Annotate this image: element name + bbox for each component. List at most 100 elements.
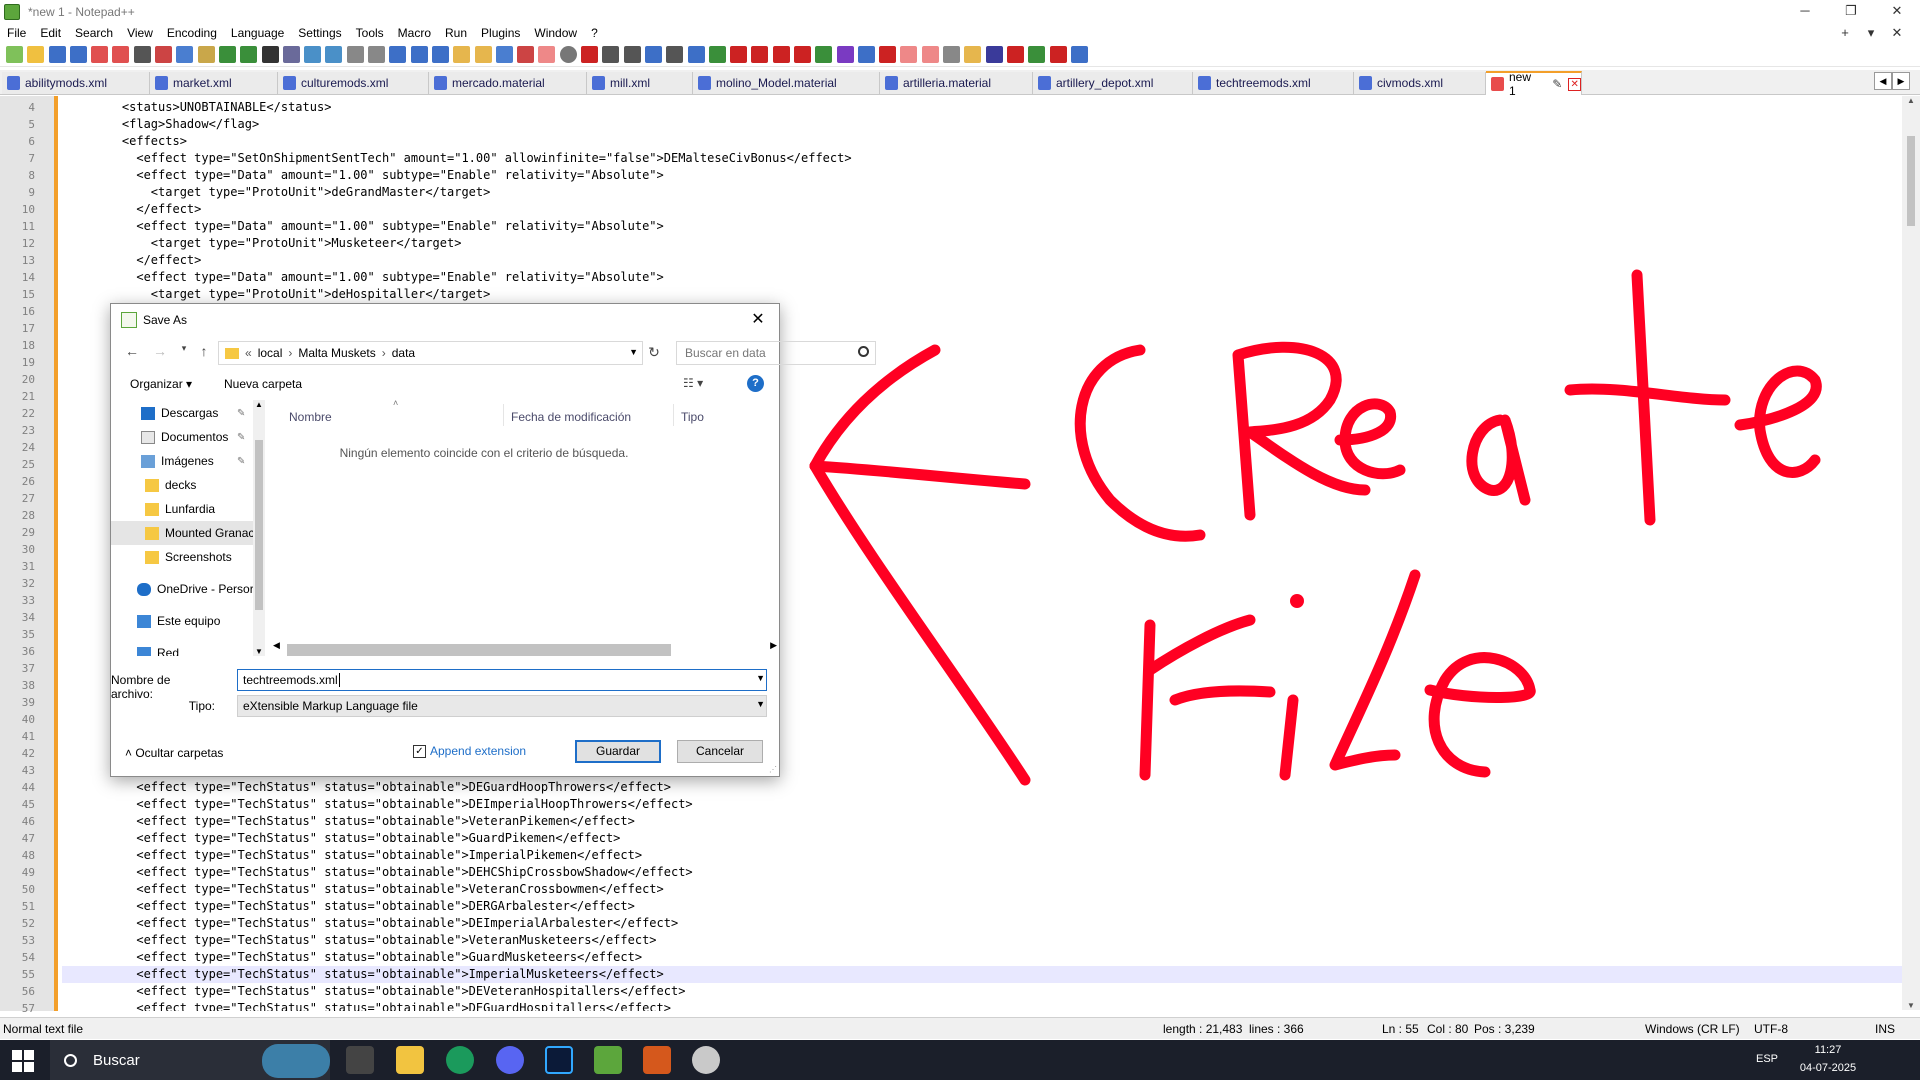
code-line[interactable]: <effect type="TechStatus" status="obtain… (62, 966, 1902, 983)
code-line[interactable]: <effect type="TechStatus" status="obtain… (62, 932, 1902, 949)
plugin-f-icon[interactable] (879, 46, 897, 63)
tab-techtreemods[interactable]: techtreemods.xml (1193, 72, 1354, 94)
code-line[interactable]: </effect> (62, 252, 1902, 269)
code-line[interactable]: <status>UNOBTAINABLE</status> (62, 99, 1902, 116)
menu-plugins[interactable]: Plugins (474, 24, 527, 42)
plugin-k-icon[interactable] (985, 46, 1003, 63)
hide-folders-toggle[interactable]: ˄ Ocultar carpetas (125, 746, 223, 760)
file-list-pane[interactable]: ˄ Nombre Fecha de modificación Tipo Ning… (271, 398, 779, 656)
nav-item-documentos[interactable]: Documentos ✎ (111, 425, 253, 449)
code-line[interactable]: <effect type="TechStatus" status="obtain… (62, 830, 1902, 847)
tab-civmods[interactable]: civmods.xml (1354, 72, 1486, 94)
save-button[interactable]: Guardar (575, 740, 661, 763)
show-all-chars-icon[interactable] (410, 46, 428, 63)
last-icon[interactable] (793, 46, 811, 63)
column-header-date[interactable]: Fecha de modificación (511, 410, 631, 424)
chevron-down-icon[interactable]: ▼ (756, 673, 765, 683)
scroll-right-icon[interactable]: ▶ (770, 640, 777, 651)
word-wrap-icon[interactable] (389, 46, 407, 63)
tab-scroll-left-icon[interactable]: ◀ (1874, 72, 1892, 90)
plugin-o-icon[interactable] (1070, 46, 1088, 63)
scroll-thumb[interactable] (287, 644, 671, 656)
forward-arrow-icon[interactable]: → (151, 343, 169, 361)
game-app-icon[interactable] (643, 1046, 671, 1074)
macro-save-icon[interactable] (666, 46, 684, 63)
photoshop-icon[interactable] (545, 1046, 573, 1074)
nav-item-decks[interactable]: decks (111, 473, 253, 497)
paint-icon[interactable] (692, 1046, 720, 1074)
cut-icon[interactable] (155, 46, 173, 63)
code-line[interactable]: <effects> (62, 133, 1902, 150)
redo-icon[interactable] (240, 46, 258, 63)
close-all-icon[interactable] (112, 46, 130, 63)
nav-item-screenshots[interactable]: Screenshots (111, 545, 253, 569)
first-icon[interactable] (730, 46, 748, 63)
code-line[interactable]: <target type="ProtoUnit">Musketeer</targ… (62, 235, 1902, 252)
close-window-button[interactable]: ✕ (1874, 0, 1920, 24)
macro-play-icon[interactable] (623, 46, 641, 63)
code-line[interactable]: <effect type="TechStatus" status="obtain… (62, 864, 1902, 881)
tab-scroll-right-icon[interactable]: ▶ (1892, 72, 1910, 90)
plugin-m-icon[interactable] (1028, 46, 1046, 63)
plugin-e-icon[interactable] (857, 46, 875, 63)
menu-encoding[interactable]: Encoding (160, 24, 224, 42)
nav-pane-scrollbar[interactable]: ▲ ▼ (253, 400, 265, 656)
nav-item-este-equipo[interactable]: Este equipo (111, 609, 253, 633)
code-line[interactable]: <effect type="SetOnShipmentSentTech" amo… (62, 150, 1902, 167)
refresh-icon[interactable]: ↻ (645, 344, 663, 362)
doc-map-icon[interactable] (474, 46, 492, 63)
discord-icon[interactable] (496, 1046, 524, 1074)
copy-icon[interactable] (176, 46, 194, 63)
clock-time[interactable]: 11:27 (1788, 1044, 1868, 1056)
menu-macro[interactable]: Macro (391, 24, 438, 42)
scroll-thumb[interactable] (255, 440, 263, 610)
sync-vertical-icon[interactable] (346, 46, 364, 63)
breadcrumb-overflow[interactable]: « (245, 346, 252, 360)
code-line[interactable]: <effect type="TechStatus" status="obtain… (62, 915, 1902, 932)
nav-item-red[interactable]: Red (111, 641, 253, 656)
nav-item-lunfardia[interactable]: Lunfardia (111, 497, 253, 521)
tab-new-1[interactable]: new 1 ✎ ✕ (1486, 70, 1582, 98)
code-line[interactable]: <target type="ProtoUnit">deHospitaller</… (62, 286, 1902, 303)
scroll-down-icon[interactable]: ▼ (253, 647, 265, 656)
tab-market[interactable]: market.xml (150, 72, 278, 94)
close-file-icon[interactable] (91, 46, 109, 63)
next-icon[interactable] (772, 46, 790, 63)
code-line[interactable]: <effect type="TechStatus" status="obtain… (62, 847, 1902, 864)
address-bar[interactable]: « local › Malta Muskets › data ▼ (218, 341, 643, 365)
code-line[interactable]: <effect type="Data" amount="1.00" subtyp… (62, 269, 1902, 286)
clock-date[interactable]: 04-07-2025 (1788, 1062, 1868, 1074)
code-line[interactable]: <effect type="TechStatus" status="obtain… (62, 1000, 1902, 1011)
menu-file[interactable]: File (0, 24, 33, 42)
up-arrow-icon[interactable]: ↑ (195, 343, 213, 361)
scroll-up-icon[interactable]: ▲ (253, 400, 265, 409)
macro-record-icon[interactable] (581, 46, 599, 63)
tab-mill[interactable]: mill.xml (587, 72, 693, 94)
paste-icon[interactable] (197, 46, 215, 63)
plugin-d-icon[interactable] (836, 46, 854, 63)
print-icon[interactable] (133, 46, 151, 63)
menu-search[interactable]: Search (68, 24, 120, 42)
record-icon[interactable] (559, 46, 577, 63)
nav-item-descargas[interactable]: Descargas ✎ (111, 401, 253, 425)
edge-icon[interactable] (446, 1046, 474, 1074)
status-eol[interactable]: Windows (CR LF) (1645, 1022, 1740, 1036)
plugin-h-icon[interactable] (921, 46, 939, 63)
close-doc-button[interactable]: ✕ (1884, 24, 1910, 42)
nav-item-onedrive[interactable]: OneDrive - Persor (111, 577, 253, 601)
code-line[interactable]: <effect type="TechStatus" status="obtain… (62, 983, 1902, 1000)
code-line[interactable]: <target type="ProtoUnit">deGrandMaster</… (62, 184, 1902, 201)
menu-edit[interactable]: Edit (33, 24, 68, 42)
status-encoding[interactable]: UTF-8 (1754, 1022, 1788, 1036)
filetype-select[interactable]: eXtensible Markup Language file (237, 695, 767, 717)
code-line[interactable]: <effect type="Data" amount="1.00" subtyp… (62, 167, 1902, 184)
monitoring-icon[interactable] (538, 46, 556, 63)
new-file-icon[interactable] (6, 46, 23, 63)
column-header-name[interactable]: Nombre (289, 410, 332, 424)
new-tab-button[interactable]: + (1832, 24, 1858, 42)
code-line[interactable]: <effect type="TechStatus" status="obtain… (62, 813, 1902, 830)
file-list-horizontal-scrollbar[interactable]: ◀ ▶ (271, 640, 779, 656)
menu-settings[interactable]: Settings (291, 24, 348, 42)
code-line[interactable]: <effect type="Data" amount="1.00" subtyp… (62, 218, 1902, 235)
cancel-button[interactable]: Cancelar (677, 740, 763, 763)
